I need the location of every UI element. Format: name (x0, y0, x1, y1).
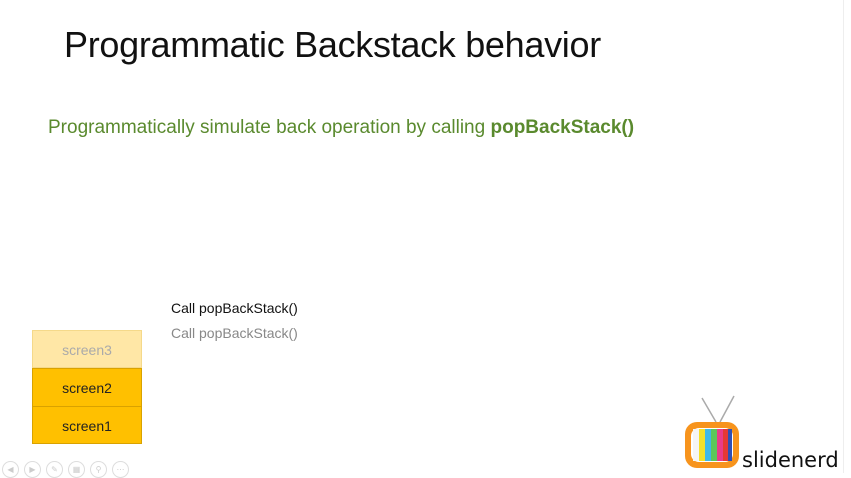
more-icon[interactable]: ⋯ (112, 461, 129, 478)
call-label-2: Call popBackStack() (171, 325, 298, 341)
backstack: screen3 screen2 screen1 (32, 330, 142, 444)
subtitle-method: popBackStack() (490, 117, 635, 138)
zoom-icon[interactable]: ⚲ (90, 461, 107, 478)
svg-text:slidenerd: slidenerd (742, 448, 839, 472)
call-label-1: Call popBackStack() (171, 300, 298, 316)
slides-icon[interactable]: ▦ (68, 461, 85, 478)
slide-controls: ◀ ▶ ✎ ▦ ⚲ ⋯ (2, 461, 129, 478)
prev-icon[interactable]: ◀ (2, 461, 19, 478)
slide-subtitle: Programmatically simulate back operation… (48, 117, 634, 139)
slidenerd-logo: slidenerd (682, 392, 842, 477)
slide-edge (843, 0, 844, 473)
stack-item-screen2: screen2 (32, 368, 142, 406)
stack-item-screen1: screen1 (32, 406, 142, 444)
subtitle-text: Programmatically simulate back operation… (48, 117, 491, 138)
pen-icon[interactable]: ✎ (46, 461, 63, 478)
stack-item-screen3: screen3 (32, 330, 142, 368)
next-icon[interactable]: ▶ (24, 461, 41, 478)
slide-title: Programmatic Backstack behavior (64, 24, 601, 65)
